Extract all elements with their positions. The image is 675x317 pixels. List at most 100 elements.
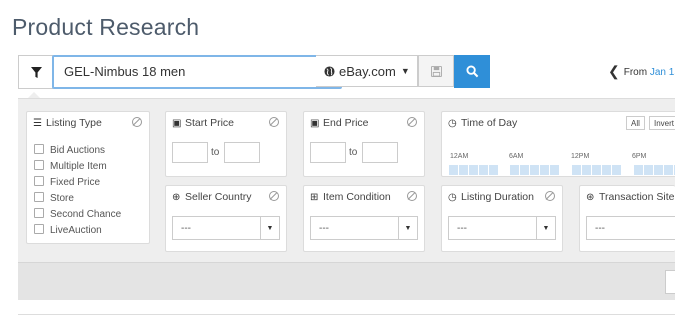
hour-cell[interactable]	[592, 165, 601, 175]
listing-duration-title: ◷ Listing Duration	[448, 191, 534, 203]
reset-icon[interactable]	[269, 117, 279, 127]
checkbox[interactable]	[34, 176, 44, 186]
transaction-site-select[interactable]: ---	[586, 216, 675, 240]
hour-cell[interactable]	[459, 165, 468, 175]
hour-cell[interactable]	[602, 165, 611, 175]
end-price-min-input[interactable]	[310, 142, 346, 163]
start-price-title: ▣ Start Price	[172, 117, 234, 129]
listing-duration-card: ◷ Listing Duration --- ▼	[441, 185, 563, 252]
checkbox[interactable]	[34, 160, 44, 170]
seller-country-select[interactable]: --- ▼	[172, 216, 280, 240]
seller-country-card: ⊕ Seller Country --- ▼	[165, 185, 287, 252]
transaction-site-title: ⊛ Transaction Site	[586, 191, 674, 203]
hour-cell[interactable]	[540, 165, 549, 175]
checkbox-second-chance[interactable]: Second Chance	[34, 208, 121, 220]
reset-icon[interactable]	[407, 117, 417, 127]
hour-cell[interactable]	[530, 165, 539, 175]
hour-cell[interactable]	[510, 165, 519, 175]
invert-hours-button[interactable]: Invert	[649, 116, 675, 130]
date-range-start[interactable]: Jan 15	[650, 67, 675, 78]
filter-icon	[30, 66, 42, 78]
select-value: ---	[457, 223, 467, 234]
money-icon: ▣	[310, 118, 320, 129]
filter-panel: ☰ Listing Type Bid Auctions Multiple Item…	[18, 98, 675, 300]
all-hours-button[interactable]: All	[626, 116, 645, 130]
hour-cell[interactable]	[572, 165, 581, 175]
to-label: to	[211, 147, 220, 158]
checkbox-label: Multiple Item	[50, 161, 107, 172]
search-button[interactable]	[454, 55, 490, 88]
hour-cell[interactable]	[664, 165, 673, 175]
reset-icon[interactable]	[407, 191, 417, 201]
search-input[interactable]: GEL-Nimbus 18 men	[52, 55, 342, 89]
end-price-max-input[interactable]	[362, 142, 398, 163]
hour-label: 6PM	[632, 153, 647, 160]
panel-footer	[18, 262, 675, 300]
checkbox-live-auction[interactable]: LiveAuction	[34, 224, 102, 236]
reset-icon[interactable]	[269, 191, 279, 201]
hour-label: 6AM	[509, 153, 524, 160]
filter-toggle-button[interactable]	[18, 55, 53, 89]
item-condition-label: Item Condition	[323, 191, 391, 203]
hour-cell[interactable]	[644, 165, 653, 175]
select-value: ---	[181, 223, 191, 234]
hour-cell[interactable]	[582, 165, 591, 175]
checkbox[interactable]	[34, 144, 44, 154]
hour-cell[interactable]	[612, 165, 621, 175]
to-label: to	[349, 147, 358, 158]
caret-down-icon: ▼	[536, 217, 555, 239]
reset-icon[interactable]	[132, 117, 142, 127]
hour-cell[interactable]	[479, 165, 488, 175]
save-icon	[430, 65, 442, 77]
checkbox-label: LiveAuction	[50, 225, 102, 236]
item-condition-title: ⊞ Item Condition	[310, 191, 391, 203]
transaction-site-label: Transaction Site	[599, 191, 675, 203]
checkbox-store[interactable]: Store	[34, 192, 74, 204]
time-of-day-label: Time of Day	[461, 117, 518, 129]
item-condition-card: ⊞ Item Condition --- ▼	[303, 185, 425, 252]
hour-cell[interactable]	[449, 165, 458, 175]
hour-label: 12PM	[571, 153, 590, 160]
gift-icon: ⊞	[310, 192, 319, 203]
site-select[interactable]: eBay.com ▼	[316, 55, 418, 87]
clock-icon: ◷	[448, 192, 457, 203]
start-price-max-input[interactable]	[224, 142, 260, 163]
footer-button[interactable]	[665, 270, 675, 294]
hour-cell[interactable]	[654, 165, 663, 175]
reset-icon[interactable]	[545, 191, 555, 201]
listing-type-title: ☰ Listing Type	[33, 117, 102, 129]
listing-duration-select[interactable]: --- ▼	[448, 216, 556, 240]
checkbox[interactable]	[34, 224, 44, 234]
checkbox-label: Store	[50, 193, 74, 204]
item-condition-select[interactable]: --- ▼	[310, 216, 418, 240]
date-range-prefix: From	[623, 67, 648, 78]
start-price-min-input[interactable]	[172, 142, 208, 163]
checkbox-fixed-price[interactable]: Fixed Price	[34, 176, 100, 188]
hour-cell[interactable]	[489, 165, 498, 175]
date-range[interactable]: ❮From Jan 15	[608, 63, 675, 80]
divider	[18, 314, 675, 315]
hour-cell[interactable]	[469, 165, 478, 175]
caret-down-icon: ▼	[260, 217, 279, 239]
hour-label: 12AM	[450, 153, 469, 160]
transaction-site-card: ⊛ Transaction Site ---	[579, 185, 675, 252]
start-price-card: ▣ Start Price to	[165, 111, 287, 177]
hour-cell[interactable]	[520, 165, 529, 175]
chevron-left-icon[interactable]: ❮	[608, 63, 620, 79]
clock-icon: ◷	[448, 118, 457, 129]
save-search-button[interactable]	[418, 55, 454, 87]
seller-country-title: ⊕ Seller Country	[172, 191, 252, 203]
hour-cell[interactable]	[550, 165, 559, 175]
page-title: Product Research	[12, 14, 200, 40]
checkbox-label: Fixed Price	[50, 177, 101, 188]
checkbox[interactable]	[34, 192, 44, 202]
checkbox[interactable]	[34, 208, 44, 218]
caret-down-icon: ▼	[398, 217, 417, 239]
list-icon: ☰	[33, 118, 42, 129]
hour-cell[interactable]	[634, 165, 643, 175]
checkbox-multiple-item[interactable]: Multiple Item	[34, 160, 107, 172]
select-value: ---	[319, 223, 329, 234]
globe-icon	[324, 65, 335, 77]
checkbox-label: Bid Auctions	[50, 145, 106, 156]
checkbox-bid-auctions[interactable]: Bid Auctions	[34, 144, 105, 156]
